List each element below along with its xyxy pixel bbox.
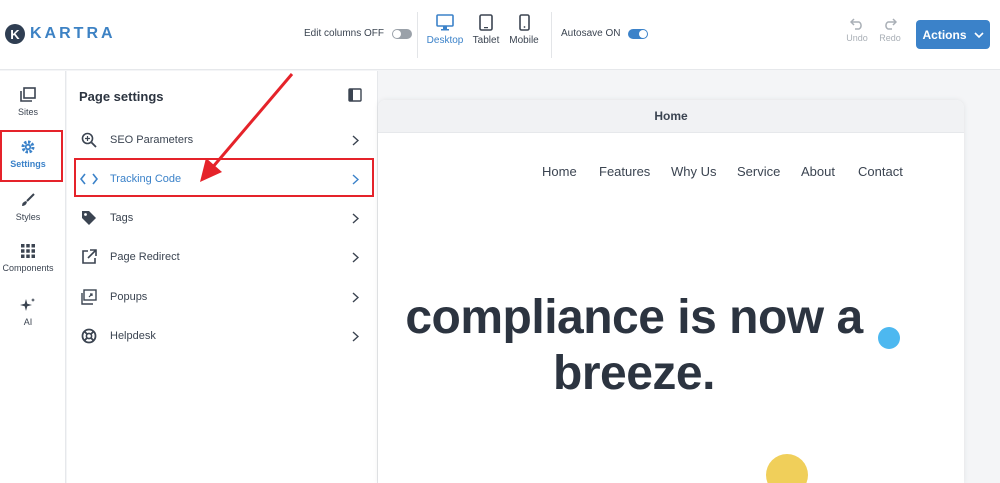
divider xyxy=(417,12,418,58)
menu-item-label: Helpdesk xyxy=(110,330,156,342)
search-icon xyxy=(81,132,97,148)
brush-icon xyxy=(22,193,35,206)
edit-columns-toggle[interactable]: Edit columns OFF xyxy=(304,28,413,39)
chevron-right-icon xyxy=(352,291,359,303)
site-nav-link[interactable]: Features xyxy=(599,164,650,179)
page-preview[interactable]: Home Home Features Why Us Service About … xyxy=(378,100,964,483)
page-settings-panel: Page settings SEO Parameters Tracking Co… xyxy=(67,71,378,483)
hero-headline-line: compliance is now a xyxy=(405,291,863,344)
menu-item-label: SEO Parameters xyxy=(110,134,194,146)
menu-item-label: Tags xyxy=(110,212,134,224)
divider xyxy=(551,12,552,58)
decorative-blue-dot xyxy=(878,327,900,349)
settings-highlight-box xyxy=(0,130,63,182)
undo-button[interactable]: Undo xyxy=(843,18,871,43)
desktop-icon xyxy=(436,14,454,31)
device-mobile-button[interactable]: Mobile xyxy=(504,14,544,46)
collapse-panel-icon[interactable] xyxy=(348,88,362,102)
rail-item-components[interactable]: Components xyxy=(0,243,56,273)
lifebuoy-icon xyxy=(81,328,97,344)
redo-button[interactable]: Redo xyxy=(876,18,904,43)
actions-button[interactable]: Actions xyxy=(916,20,990,49)
edit-columns-label: Edit columns OFF xyxy=(304,28,385,39)
device-desktop-label: Desktop xyxy=(426,35,464,46)
chevron-right-icon xyxy=(352,330,359,342)
mobile-icon xyxy=(518,14,530,31)
grid-icon xyxy=(21,244,35,258)
rail-item-label: Sites xyxy=(17,107,38,117)
sparkle-icon xyxy=(20,298,35,311)
autosave-switch[interactable] xyxy=(628,28,649,39)
chevron-right-icon xyxy=(352,134,359,146)
menu-item-popups[interactable]: Popups xyxy=(79,282,364,312)
tracking-code-highlight-box xyxy=(74,158,374,197)
edit-columns-switch[interactable] xyxy=(392,28,413,39)
actions-label: Actions xyxy=(922,27,967,42)
menu-item-helpdesk[interactable]: Helpdesk xyxy=(79,321,364,351)
tablet-icon xyxy=(479,14,493,31)
site-nav-link[interactable]: Why Us xyxy=(671,164,717,179)
rail-item-sites[interactable]: Sites xyxy=(0,87,56,117)
menu-item-label: Popups xyxy=(110,291,148,303)
site-nav-link[interactable]: Service xyxy=(737,164,780,179)
site-nav-link[interactable]: Contact xyxy=(858,164,903,179)
chevron-right-icon xyxy=(352,212,359,224)
autosave-label: Autosave ON xyxy=(561,28,621,39)
undo-icon xyxy=(850,18,862,30)
autosave-toggle[interactable]: Autosave ON xyxy=(561,28,649,39)
logo-text: KARTRA xyxy=(30,25,116,42)
menu-item-page-redirect[interactable]: Page Redirect xyxy=(79,242,364,272)
menu-item-seo-parameters[interactable]: SEO Parameters xyxy=(79,125,364,155)
hero-headline: compliance is now a breeze. xyxy=(378,290,894,402)
rail-item-ai[interactable]: AI xyxy=(0,297,56,327)
menu-item-label: Page Redirect xyxy=(110,251,180,263)
device-tablet-label: Tablet xyxy=(472,35,500,46)
sites-icon xyxy=(20,87,36,102)
panel-title: Page settings xyxy=(79,89,164,104)
device-desktop-button[interactable]: Desktop xyxy=(425,14,465,46)
redo-label: Redo xyxy=(879,33,901,43)
redo-icon xyxy=(885,18,897,30)
rail-item-label: AI xyxy=(23,317,33,327)
top-toolbar: K KARTRA Edit columns OFF Desktop Tablet… xyxy=(0,0,1000,70)
kartra-logo[interactable]: K KARTRA xyxy=(5,24,116,44)
chevron-right-icon xyxy=(352,251,359,263)
device-mobile-label: Mobile xyxy=(509,35,539,46)
site-nav-link[interactable]: About xyxy=(801,164,835,179)
popup-icon xyxy=(81,289,97,305)
chevron-down-icon xyxy=(973,31,984,38)
rail-item-styles[interactable]: Styles xyxy=(0,192,56,222)
rail-item-label: Styles xyxy=(15,212,41,222)
menu-item-tags[interactable]: Tags xyxy=(79,203,364,233)
hero-headline-line: breeze. xyxy=(553,347,715,400)
logo-mark: K xyxy=(5,24,25,44)
decorative-yellow-circle xyxy=(766,454,808,483)
tag-icon xyxy=(82,211,96,225)
preview-page-tab[interactable]: Home xyxy=(378,100,964,133)
undo-label: Undo xyxy=(846,33,868,43)
rail-item-label: Components xyxy=(2,263,54,273)
site-nav-link[interactable]: Home xyxy=(542,164,577,179)
device-tablet-button[interactable]: Tablet xyxy=(466,14,506,46)
external-link-icon xyxy=(82,249,97,264)
